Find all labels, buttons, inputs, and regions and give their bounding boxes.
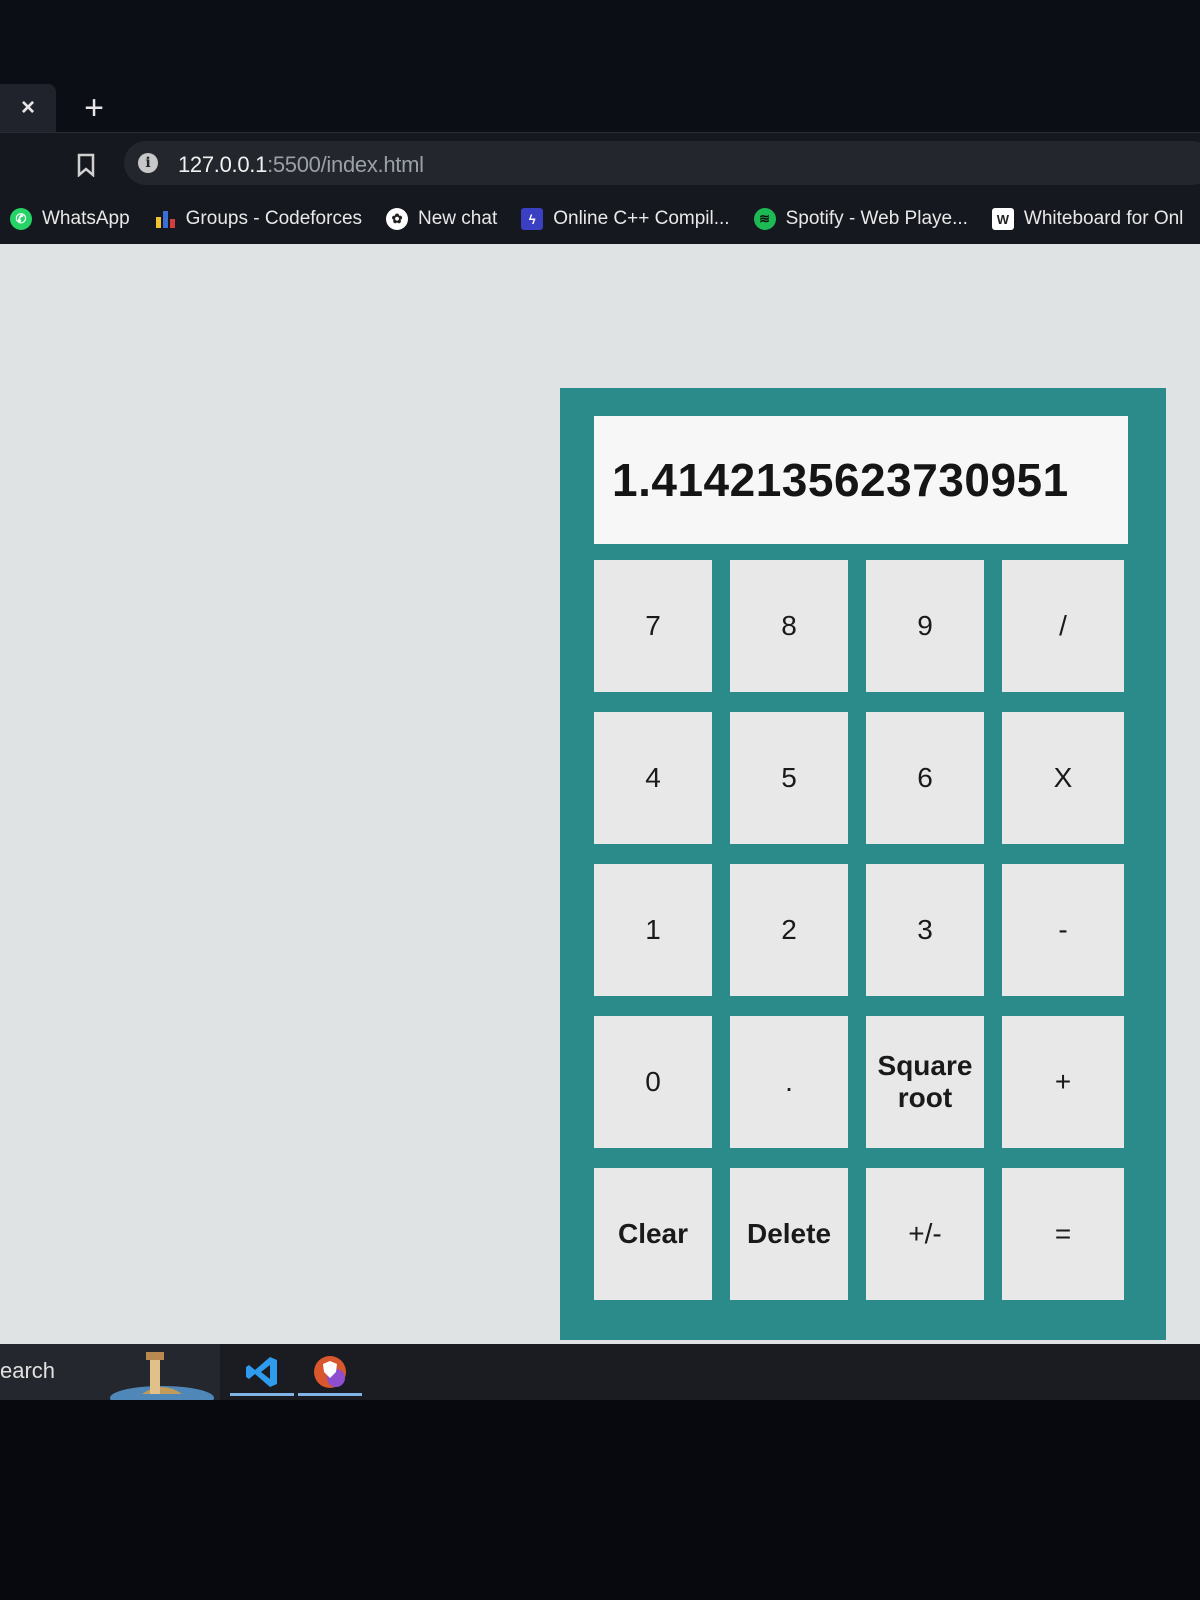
new-tab-button[interactable]: + bbox=[74, 88, 114, 128]
address-bar[interactable]: i 127.0.0.1:5500/index.html bbox=[124, 141, 1200, 185]
bookmarks-bar: ✆ WhatsApp Groups - Codeforces ✿ New cha… bbox=[0, 194, 1200, 244]
key-4[interactable]: 4 bbox=[594, 712, 712, 844]
key-3[interactable]: 3 bbox=[866, 864, 984, 996]
key-equals[interactable]: = bbox=[1002, 1168, 1124, 1300]
key-8[interactable]: 8 bbox=[730, 560, 848, 692]
whatsapp-icon: ✆ bbox=[10, 208, 32, 230]
whiteboard-icon: W bbox=[991, 208, 1014, 230]
bookmark-label: Spotify - Web Playe... bbox=[785, 208, 968, 229]
bookmark-cpp-compiler[interactable]: ϟ Online C++ Compil... bbox=[521, 208, 730, 230]
bookmark-label: Whiteboard for Onl bbox=[1023, 208, 1184, 229]
bookmark-codeforces[interactable]: Groups - Codeforces bbox=[154, 208, 362, 230]
bookmark-label: New chat bbox=[418, 208, 498, 229]
bookmark-whatsapp[interactable]: ✆ WhatsApp bbox=[10, 208, 130, 230]
close-tab-button[interactable]: × bbox=[0, 84, 56, 132]
key-add[interactable]: + bbox=[1002, 1016, 1124, 1148]
bookmark-label: Online C++ Compil... bbox=[553, 208, 730, 229]
lightning-icon: ϟ bbox=[521, 208, 544, 230]
chatgpt-icon: ✿ bbox=[386, 208, 409, 230]
codeforces-icon bbox=[155, 211, 175, 228]
brave-taskbar-button[interactable] bbox=[294, 1348, 366, 1396]
active-indicator bbox=[230, 1393, 294, 1396]
key-1[interactable]: 1 bbox=[594, 864, 712, 996]
key-0[interactable]: 0 bbox=[594, 1016, 712, 1148]
key-square-root[interactable]: Square root bbox=[866, 1016, 984, 1148]
active-indicator bbox=[298, 1393, 362, 1396]
vscode-icon bbox=[246, 1357, 277, 1387]
bookmark-label: Groups - Codeforces bbox=[185, 208, 363, 229]
key-multiply[interactable]: X bbox=[1002, 712, 1124, 844]
tab-strip: × + bbox=[0, 0, 1200, 140]
key-divide[interactable]: / bbox=[1002, 560, 1124, 692]
search-highlight-image bbox=[110, 1352, 214, 1400]
monitor-bezel bbox=[0, 1400, 1200, 1600]
bookmark-spotify[interactable]: ≋ Spotify - Web Playe... bbox=[753, 208, 968, 230]
calculator-display: 1.4142135623730951 bbox=[594, 416, 1128, 544]
key-subtract[interactable]: - bbox=[1002, 864, 1124, 996]
bookmark-icon[interactable] bbox=[76, 153, 96, 177]
url-text[interactable]: 127.0.0.1:5500/index.html bbox=[178, 152, 424, 178]
key-negate[interactable]: +/- bbox=[866, 1168, 984, 1300]
search-text: earch bbox=[0, 1358, 56, 1383]
key-delete[interactable]: Delete bbox=[730, 1168, 848, 1300]
bookmark-whiteboard[interactable]: W Whiteboard for Onl bbox=[991, 208, 1184, 230]
taskbar: earch bbox=[0, 1344, 1200, 1400]
page-viewport: 1.4142135623730951 7 8 9/ 4 5 6 X 1 2 3- 0. Square … bbox=[0, 244, 1200, 1344]
key-7[interactable]: 7 bbox=[594, 560, 712, 692]
key-clear[interactable]: Clear bbox=[594, 1168, 712, 1300]
key-9[interactable]: 9 bbox=[866, 560, 984, 692]
keypad: 7 8 9/ 4 5 6 X 1 2 3- 0. Square root + Clear Delete +/-… bbox=[594, 560, 1128, 1300]
key-6[interactable]: 6 bbox=[866, 712, 984, 844]
brave-icon bbox=[314, 1356, 346, 1388]
bookmark-label: WhatsApp bbox=[42, 208, 130, 229]
calculator: 1.4142135623730951 7 8 9/ 4 5 6 X 1 2 3- 0. Square … bbox=[560, 388, 1166, 1340]
url-path: :5500/index.html bbox=[267, 152, 424, 177]
bookmark-new-chat[interactable]: ✿ New chat bbox=[386, 208, 497, 230]
taskbar-search[interactable]: earch bbox=[0, 1344, 220, 1400]
browser-toolbar: i 127.0.0.1:5500/index.html bbox=[0, 132, 1200, 195]
key-5[interactable]: 5 bbox=[730, 712, 848, 844]
key-decimal[interactable]: . bbox=[730, 1016, 848, 1148]
key-2[interactable]: 2 bbox=[730, 864, 848, 996]
url-host: 127.0.0.1 bbox=[178, 152, 268, 177]
info-icon[interactable]: i bbox=[138, 153, 158, 173]
vscode-taskbar-button[interactable] bbox=[226, 1348, 298, 1396]
spotify-icon: ≋ bbox=[753, 208, 776, 230]
